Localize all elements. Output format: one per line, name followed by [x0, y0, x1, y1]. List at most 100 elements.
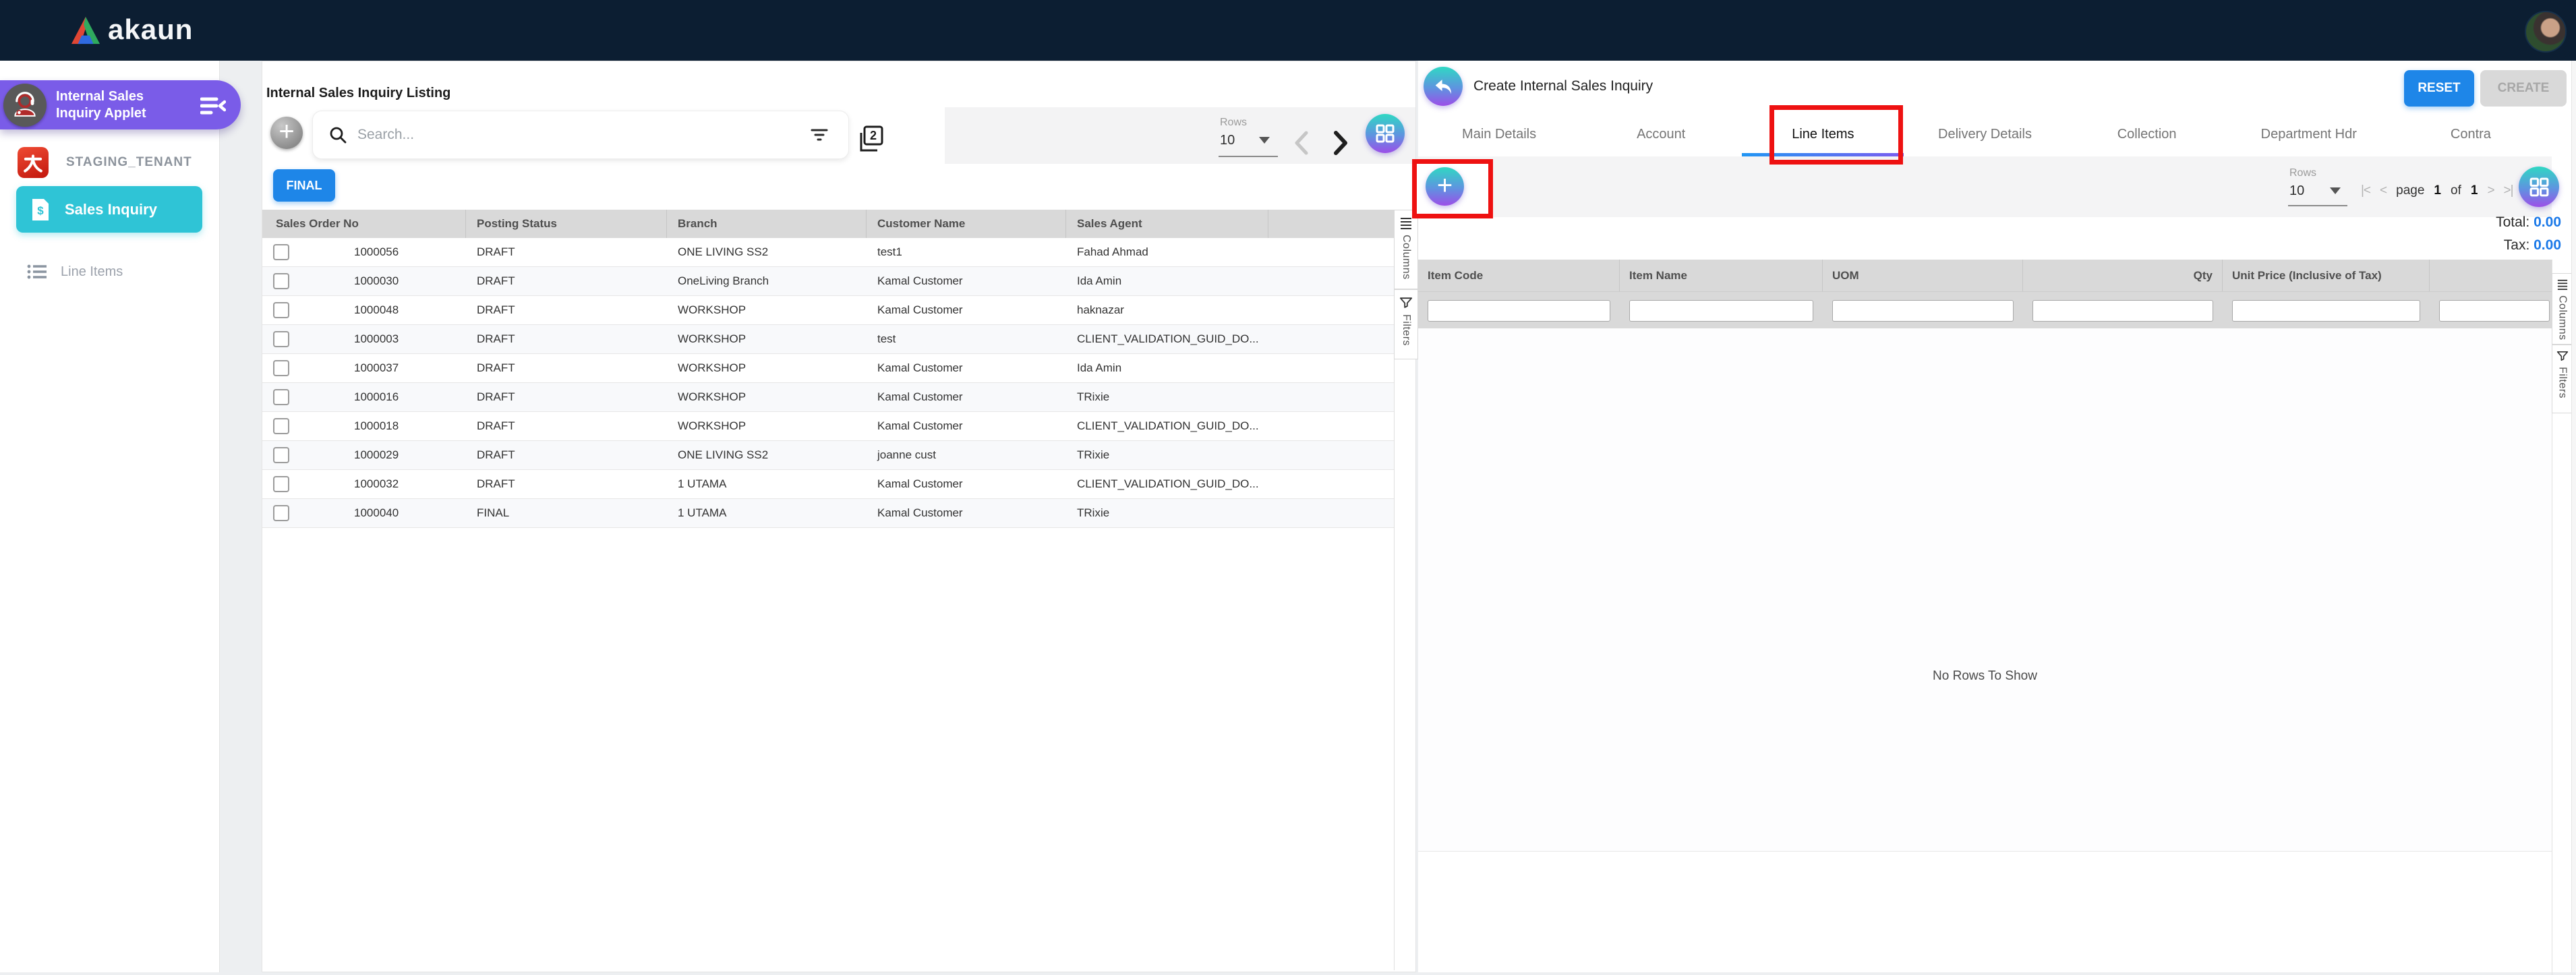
rows-caret-icon[interactable]	[2330, 187, 2341, 194]
next-page-chevron[interactable]	[1332, 130, 1349, 156]
row-select-cell: 1000048	[262, 302, 466, 318]
column-header[interactable]: Posting Status	[466, 210, 667, 238]
row-checkbox[interactable]	[273, 302, 289, 318]
row-checkbox[interactable]	[273, 447, 289, 463]
rows-per-page-select[interactable]: 10	[1220, 133, 1235, 148]
column-header[interactable]: Unit Price (Inclusive of Tax)	[2223, 260, 2430, 291]
tab-department-hdr[interactable]: Department Hdr	[2228, 112, 2390, 156]
cell-sales-order-no: 1000048	[354, 303, 399, 317]
row-select-cell: 1000003	[262, 331, 466, 347]
columns-side-tab[interactable]: Columns	[2552, 273, 2573, 345]
prev-page-chevron[interactable]	[1293, 130, 1310, 156]
first-page-button[interactable]: |<	[2361, 183, 2370, 198]
filters-side-tab[interactable]: Filters	[2552, 345, 2573, 413]
back-button[interactable]	[1424, 67, 1463, 106]
table-row[interactable]: 1000040FINAL1 UTAMAKamal CustomerTRixie	[262, 499, 1394, 528]
table-row[interactable]: 1000003DRAFTWORKSHOPtestCLIENT_VALIDATIO…	[262, 325, 1394, 354]
line-items-table-header: Item CodeItem NameUOMQtyUnit Price (Incl…	[1418, 260, 2552, 291]
row-checkbox[interactable]	[273, 331, 289, 347]
table-row[interactable]: 1000032DRAFT1 UTAMAKamal CustomerCLIENT_…	[262, 470, 1394, 499]
filter-input-1[interactable]	[1428, 300, 1610, 322]
grid-view-button[interactable]	[2519, 167, 2559, 207]
table-row[interactable]: 1000029DRAFTONE LIVING SS2joanne custTRi…	[262, 441, 1394, 470]
column-header[interactable]: Item Code	[1418, 260, 1620, 291]
filter-input-2[interactable]	[1629, 300, 1813, 322]
column-header[interactable]: Branch	[667, 210, 867, 238]
tab-contra[interactable]: Contra	[2390, 112, 2552, 156]
sidebar: Internal Sales Inquiry Applet STAGING_TE…	[0, 61, 220, 972]
create-tabs: Main DetailsAccountLine ItemsDelivery De…	[1418, 112, 2552, 158]
filter-input-4[interactable]	[2032, 300, 2213, 322]
sidebar-item-line-items[interactable]: Line Items	[0, 256, 219, 287]
top-bar: akaun	[0, 0, 2576, 61]
svg-text:2: 2	[870, 129, 877, 142]
cell-sales-agent: Ida Amin	[1066, 361, 1268, 375]
prev-page-button[interactable]: <	[2380, 183, 2387, 198]
cell-sales-agent: CLIENT_VALIDATION_GUID_DO...	[1066, 332, 1268, 346]
rows-caret-icon[interactable]	[1259, 137, 1270, 144]
filter-cell	[2430, 300, 2552, 322]
panel-scrollbar[interactable]	[2571, 61, 2576, 972]
cell-sales-order-no: 1000029	[354, 448, 399, 462]
filter-input-5[interactable]	[2232, 300, 2420, 322]
cell-customer-name: test	[867, 332, 1066, 346]
tab-collection[interactable]: Collection	[2066, 112, 2228, 156]
column-header[interactable]: Qty	[2023, 260, 2223, 291]
table-row[interactable]: 1000048DRAFTWORKSHOPKamal Customerhaknaz…	[262, 296, 1394, 325]
create-button[interactable]: CREATE	[2480, 70, 2567, 107]
row-checkbox[interactable]	[273, 505, 289, 521]
row-checkbox[interactable]	[273, 389, 289, 405]
tab-account[interactable]: Account	[1580, 112, 1742, 156]
reset-button[interactable]: RESET	[2404, 70, 2474, 107]
add-inquiry-button[interactable]: +	[270, 117, 303, 149]
next-page-button[interactable]: >	[2487, 183, 2494, 198]
cell-posting-status: DRAFT	[466, 448, 667, 462]
rows-per-page-select[interactable]: 10	[2289, 183, 2304, 199]
row-checkbox[interactable]	[273, 476, 289, 492]
user-avatar[interactable]	[2525, 11, 2567, 53]
create-side-strip: Columns Filters	[2552, 260, 2573, 975]
row-checkbox[interactable]	[273, 360, 289, 376]
tenant-logo-icon	[18, 147, 49, 178]
add-line-item-button[interactable]: +	[1426, 167, 1464, 206]
row-checkbox[interactable]	[273, 244, 289, 260]
cell-branch: WORKSHOP	[667, 419, 867, 433]
column-header[interactable]: Item Name	[1620, 260, 1823, 291]
column-header[interactable]: Sales Order No	[262, 210, 466, 238]
table-row[interactable]: 1000018DRAFTWORKSHOPKamal CustomerCLIENT…	[262, 412, 1394, 441]
column-header[interactable]: Customer Name	[867, 210, 1066, 238]
column-header[interactable]: Sales Agent	[1066, 210, 1268, 238]
pages-count-icon[interactable]: 2	[857, 125, 884, 153]
filter-cell	[1823, 300, 2023, 322]
filters-side-tab[interactable]: Filters	[1394, 289, 1418, 359]
cell-customer-name: test1	[867, 245, 1066, 259]
column-header[interactable]: UOM	[1823, 260, 2023, 291]
filter-input-6[interactable]	[2439, 300, 2550, 322]
applet-avatar-icon	[3, 84, 47, 127]
final-status-filter-button[interactable]: FINAL	[273, 169, 335, 202]
table-row[interactable]: 1000016DRAFTWORKSHOPKamal CustomerTRixie	[262, 383, 1394, 412]
filter-lines-icon[interactable]	[811, 127, 828, 142]
akaun-triangle-icon	[70, 14, 101, 45]
tenant-row[interactable]: STAGING_TENANT	[0, 140, 219, 185]
line-items-filter-row	[1418, 291, 2552, 329]
applet-header[interactable]: Internal Sales Inquiry Applet	[0, 80, 241, 129]
column-header[interactable]	[2430, 260, 2552, 291]
sidebar-collapse-icon[interactable]	[200, 94, 226, 117]
last-page-button[interactable]: >|	[2504, 183, 2513, 198]
page-word: page	[2396, 183, 2424, 198]
tab-main-details[interactable]: Main Details	[1418, 112, 1580, 156]
table-row[interactable]: 1000030DRAFTOneLiving BranchKamal Custom…	[262, 267, 1394, 296]
grid-view-button[interactable]	[1366, 114, 1405, 153]
columns-side-tab[interactable]: Columns	[1394, 210, 1418, 289]
table-row[interactable]: 1000037DRAFTWORKSHOPKamal CustomerIda Am…	[262, 354, 1394, 383]
row-checkbox[interactable]	[273, 418, 289, 434]
filter-input-3[interactable]	[1832, 300, 2014, 322]
filter-cell	[1620, 300, 1823, 322]
table-row[interactable]: 1000056DRAFTONE LIVING SS2test1Fahad Ahm…	[262, 238, 1394, 267]
tab-delivery-details[interactable]: Delivery Details	[1904, 112, 2066, 156]
sidebar-item-sales-inquiry[interactable]: $ Sales Inquiry	[16, 186, 202, 233]
cell-customer-name: Kamal Customer	[867, 274, 1066, 288]
row-checkbox[interactable]	[273, 273, 289, 289]
search-input[interactable]	[356, 126, 811, 144]
